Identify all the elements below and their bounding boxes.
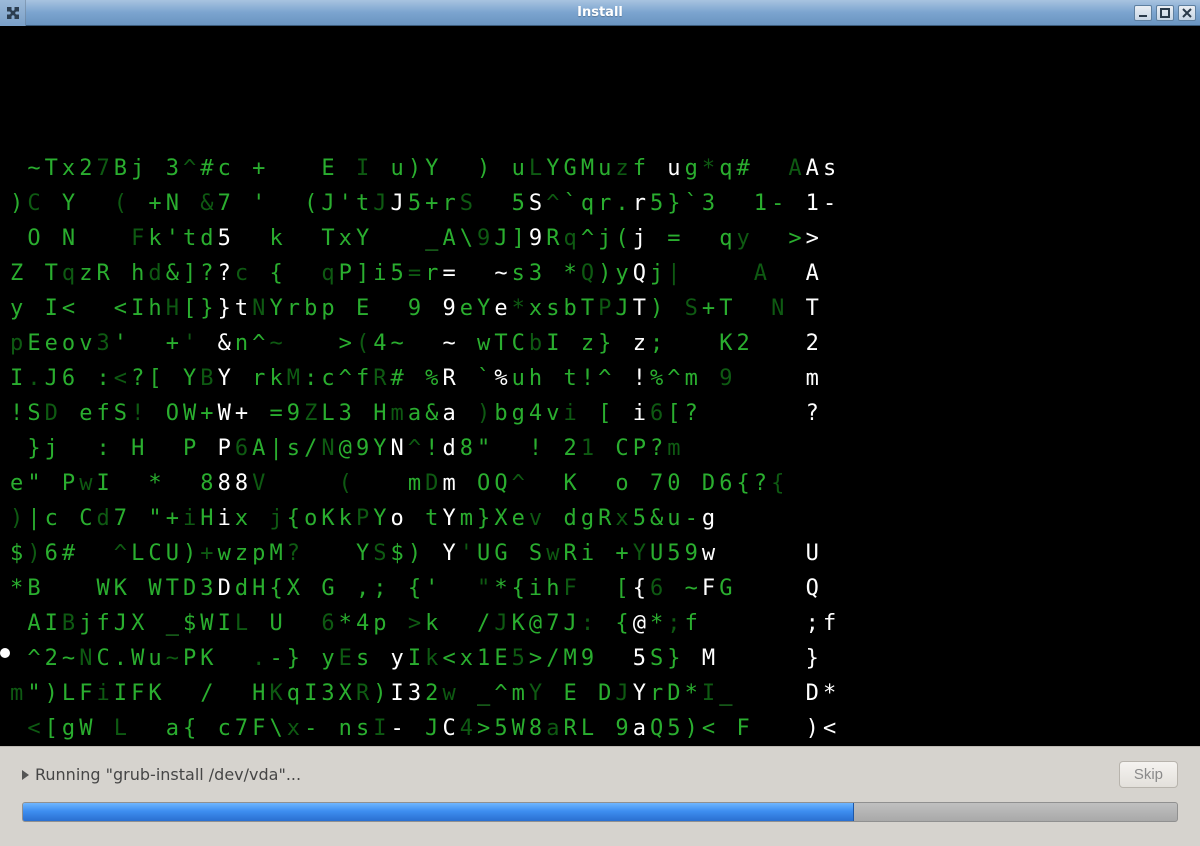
maximize-button[interactable] bbox=[1156, 5, 1174, 21]
window-controls bbox=[1134, 5, 1200, 21]
install-footer: Running "grub-install /dev/vda"... Skip bbox=[0, 746, 1200, 846]
edge-indicator-icon bbox=[0, 648, 10, 658]
terminal-row: )C Y ( +N &7 ' (J'tJJ5+rS 5S^`qr.r5}`3 1… bbox=[8, 186, 1192, 221]
terminal-row: ^2~NC.Wu~PK .-} yEs yIk<x1E5>/M9 5S} M } bbox=[8, 641, 1192, 676]
terminal-row: Z TqzR hd&]??c { qP]i5=r= ~s3 *Q)yQj| A … bbox=[8, 256, 1192, 291]
terminal-row: y I< <IhH[}}tNYrbp E 9 9eYe*xsbTPJT) S+T… bbox=[8, 291, 1192, 326]
window-title: Install bbox=[0, 5, 1200, 20]
app-menu-icon[interactable] bbox=[0, 0, 26, 26]
progress-bar-fill bbox=[23, 803, 854, 821]
terminal-row: *B WK WTD3DdH{X G ,; {' "*{ihF [{6 ~FG Q bbox=[8, 571, 1192, 606]
install-window: Install ~Tx27Bj 3^#c + E I u)Y ) uLYGMuz… bbox=[0, 0, 1200, 846]
terminal-row: )|c Cd7 "+iHix j{oKkPYo tYm}Xev dgRx5&u-… bbox=[8, 501, 1192, 536]
close-icon bbox=[1182, 8, 1192, 18]
minimize-button[interactable] bbox=[1134, 5, 1152, 21]
puzzle-piece-icon bbox=[4, 4, 22, 22]
minimize-icon bbox=[1138, 8, 1148, 18]
terminal-row: m")LFiIFK / HKqI3XR)I32w _^mY E DJYrD*I_… bbox=[8, 676, 1192, 711]
skip-button[interactable]: Skip bbox=[1119, 761, 1178, 788]
terminal-row: <[gW L a{ c7F\x- nsI- JC4>5W8aRL 9aQ5)< … bbox=[8, 711, 1192, 746]
terminal-row: pEeov3' +' &n^~ >(4~ ~ wTCbI z} z; K2 2 bbox=[8, 326, 1192, 361]
status-text: Running "grub-install /dev/vda"... bbox=[35, 765, 301, 784]
titlebar[interactable]: Install bbox=[0, 0, 1200, 26]
terminal-row: }j : H P P6A|s/N@9YN^!d8" ! 21 CP?m bbox=[8, 431, 1192, 466]
terminal-row: e" PwI * 888V ( mDm OQ^ K o 70 D6{?{ bbox=[8, 466, 1192, 501]
terminal-screensaver: ~Tx27Bj 3^#c + E I u)Y ) uLYGMuzf ug*q# … bbox=[0, 26, 1200, 746]
terminal-row: ~Tx27Bj 3^#c + E I u)Y ) uLYGMuzf ug*q# … bbox=[8, 151, 1192, 186]
terminal-row: AIBjfJX _$WIL U 6*4p >k /JK@7J: {@*;f ;f bbox=[8, 606, 1192, 641]
terminal-row: $)6# ^LCU)+wzpM? YS$) Y'UG SwRi +YU59w U bbox=[8, 536, 1192, 571]
terminal-row: I.J6 :<?[ YBY rkM:c^fR# %R `%uh t!^ !%^m… bbox=[8, 361, 1192, 396]
terminal-row: O N Fk'td5 k TxY _A\9J]9Rq^j(j = qy >> bbox=[8, 221, 1192, 256]
status-expander[interactable]: Running "grub-install /dev/vda"... bbox=[22, 765, 301, 784]
triangle-right-icon bbox=[22, 770, 29, 780]
progress-bar bbox=[22, 802, 1178, 822]
terminal-row: !SD efS! OW+W+ =9ZL3 Hma&a )bg4vi [ i6[?… bbox=[8, 396, 1192, 431]
close-button[interactable] bbox=[1178, 5, 1196, 21]
maximize-icon bbox=[1160, 8, 1170, 18]
